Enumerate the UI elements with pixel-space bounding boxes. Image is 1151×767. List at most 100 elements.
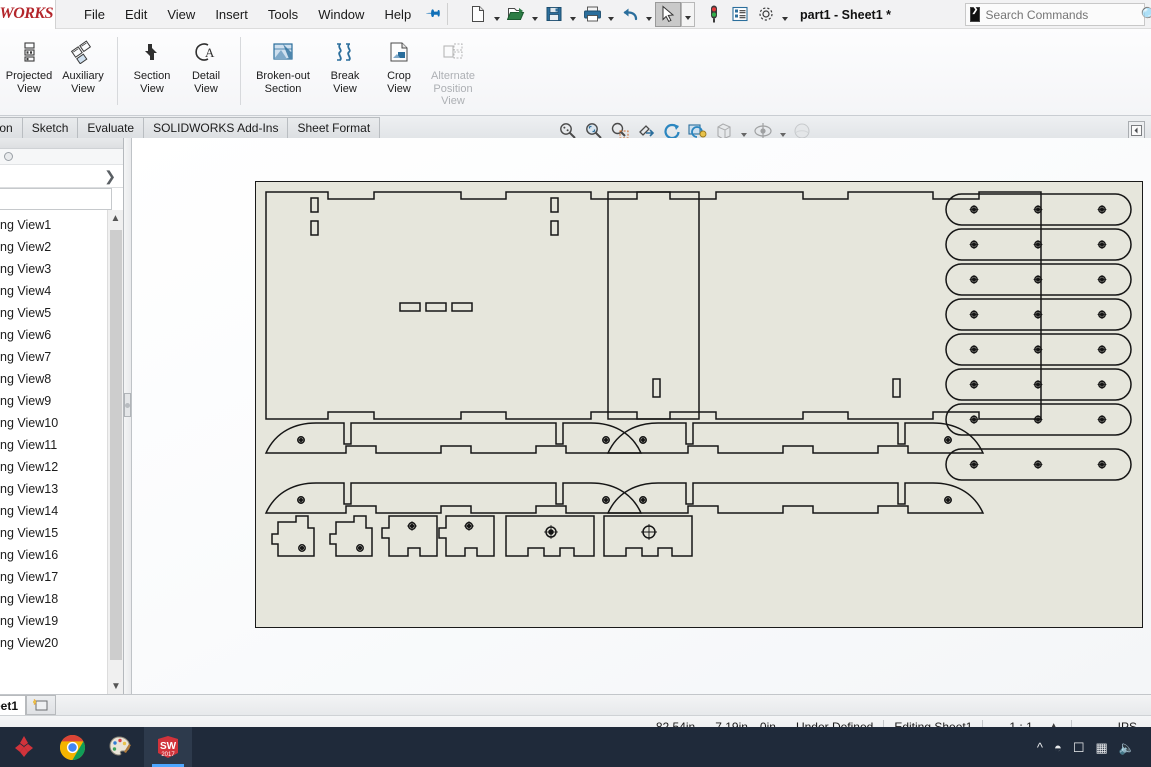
splitter-grip[interactable] (124, 393, 131, 417)
save-document-caret[interactable] (567, 2, 579, 27)
tab-sheet-format[interactable]: Sheet Format (287, 117, 381, 138)
show-hidden-icons[interactable]: ^ (1037, 741, 1043, 754)
tab-annotation[interactable]: notation (0, 117, 23, 138)
volume-icon[interactable]: 🔈 (1119, 741, 1135, 754)
tree-item[interactable]: ng View8 (0, 368, 108, 390)
list-properties-button[interactable] (727, 2, 753, 27)
chrome-icon[interactable] (48, 727, 96, 767)
feature-manager-expand-row[interactable]: ❯ (0, 166, 123, 188)
panel-splitter[interactable] (124, 138, 132, 694)
svg-text:2017: 2017 (161, 752, 175, 758)
section-view-button[interactable]: Section View (125, 33, 179, 107)
feature-tree-scrollbar[interactable]: ▲ ▼ (107, 210, 123, 694)
windows-start-icon[interactable] (0, 727, 48, 767)
graphics-area[interactable] (132, 138, 1151, 694)
alternate-position-view-button[interactable]: Alternate Position View (426, 33, 480, 108)
chevron-down-icon[interactable]: ▼ (108, 678, 123, 694)
ribbon-divider-2 (240, 37, 241, 105)
options-caret[interactable] (779, 2, 791, 27)
feature-manager-tabstrip[interactable] (0, 138, 123, 149)
add-sheet-icon[interactable] (26, 695, 57, 715)
print-document-caret[interactable] (605, 2, 617, 27)
projected-view-button[interactable]: Projected View (2, 33, 56, 107)
undo-button[interactable] (617, 2, 643, 27)
collapse-panel-icon[interactable] (1128, 121, 1145, 139)
search-input[interactable] (979, 7, 1141, 22)
tree-item[interactable]: ng View10 (0, 412, 108, 434)
auxiliary-view-icon (70, 37, 96, 67)
tree-item[interactable]: ng View15 (0, 522, 108, 544)
tree-item[interactable]: ng View13 (0, 478, 108, 500)
tree-item[interactable]: ng View2 (0, 236, 108, 258)
chevron-right-icon[interactable]: ❯ (104, 168, 116, 185)
open-document-caret[interactable] (529, 2, 541, 27)
select-tool-button[interactable] (655, 1, 682, 27)
sheet-tab-sheet1[interactable]: eet1 (0, 695, 27, 715)
drawing-sheet[interactable] (255, 181, 1143, 628)
break-view-button[interactable]: Break View (318, 33, 372, 107)
tree-item[interactable]: ng View16 (0, 544, 108, 566)
menu-item-edit[interactable]: Edit (115, 3, 157, 26)
battery-icon[interactable]: ▦ (1096, 741, 1108, 754)
broken-out-section-button[interactable]: Broken-out Section (248, 33, 318, 107)
auxiliary-view-label: Auxiliary View (62, 70, 104, 95)
tree-item[interactable]: ng View17 (0, 566, 108, 588)
feature-manager-panel: ❯ ng View1 ng View2 ng View3 ng View4 ng Vie… (0, 138, 124, 694)
search-commands-box[interactable]: ❯_ 🔍 (965, 3, 1151, 26)
detail-view-button[interactable]: A Detail View (179, 33, 233, 107)
tab-evaluate[interactable]: Evaluate (77, 117, 145, 138)
tree-item[interactable]: ng View19 (0, 610, 108, 632)
document-title: part1 - Sheet1 * (800, 7, 892, 22)
section-view-icon (141, 37, 163, 67)
system-tray: ^ ◓ ☐ ▦ 🔈 (1037, 741, 1151, 754)
chevron-up-icon[interactable]: ▲ (108, 210, 123, 226)
detail-view-label: Detail View (191, 70, 221, 95)
tree-item[interactable]: ng View4 (0, 280, 108, 302)
ribbon-group-sections: Section View A Detail View (125, 33, 233, 113)
tree-item[interactable]: ng View3 (0, 258, 108, 280)
tree-item[interactable]: ng View18 (0, 588, 108, 610)
scrollbar-thumb[interactable] (110, 230, 122, 660)
tree-item[interactable]: ng View9 (0, 390, 108, 412)
auxiliary-view-button[interactable]: Auxiliary View (56, 33, 110, 107)
camera-icon[interactable]: ☐ (1073, 741, 1085, 754)
rebuild-button[interactable] (701, 2, 727, 27)
tree-item[interactable]: ng View5 (0, 302, 108, 324)
break-view-label: Break View (330, 70, 360, 95)
save-document-button[interactable] (541, 2, 567, 27)
ribbon-toolbar: Projected View Auxiliary View Section Vi… (0, 29, 1151, 116)
windows-taskbar: SW 2017 ^ ◓ ☐ ▦ 🔈 (0, 727, 1151, 767)
select-tool-caret[interactable] (681, 1, 696, 27)
wifi-icon[interactable]: ◓ (1054, 741, 1062, 754)
solidworks-2017-icon[interactable]: SW 2017 (144, 727, 192, 767)
print-document-button[interactable] (579, 2, 605, 27)
menu-item-insert[interactable]: Insert (205, 3, 258, 26)
tree-item[interactable]: ng View11 (0, 434, 108, 456)
open-document-button[interactable] (503, 2, 529, 27)
tree-item[interactable]: ng View7 (0, 346, 108, 368)
new-document-caret[interactable] (491, 2, 503, 27)
tree-item[interactable]: ng View14 (0, 500, 108, 522)
gear-icon[interactable] (753, 2, 779, 27)
undo-caret[interactable] (643, 2, 655, 27)
menu-bar: File Edit View Insert Tools Window Help … (74, 2, 445, 26)
search-icon[interactable]: 🔍 (1141, 6, 1151, 24)
tree-item[interactable]: ng View1 (0, 214, 108, 236)
menu-item-tools[interactable]: Tools (258, 3, 308, 26)
tab-sketch[interactable]: Sketch (21, 117, 79, 138)
tree-item[interactable]: ng View20 (0, 632, 108, 654)
feature-manager-search-field[interactable] (0, 188, 112, 210)
tree-item[interactable]: ng View6 (0, 324, 108, 346)
crop-view-button[interactable]: Crop View (372, 33, 426, 107)
pushpin-icon[interactable]: 🖈 (421, 1, 447, 27)
paint-palette-icon[interactable] (96, 727, 144, 767)
new-document-button[interactable] (465, 2, 491, 27)
menu-item-help[interactable]: Help (374, 3, 421, 26)
tab-solidworks-add-ins[interactable]: SOLIDWORKS Add-Ins (143, 117, 289, 138)
projected-view-label: Projected View (5, 70, 53, 95)
menu-item-view[interactable]: View (157, 3, 205, 26)
tree-item[interactable]: ng View12 (0, 456, 108, 478)
menu-item-window[interactable]: Window (308, 3, 374, 26)
menu-item-file[interactable]: File (74, 3, 115, 26)
toolbar-divider (447, 3, 449, 25)
